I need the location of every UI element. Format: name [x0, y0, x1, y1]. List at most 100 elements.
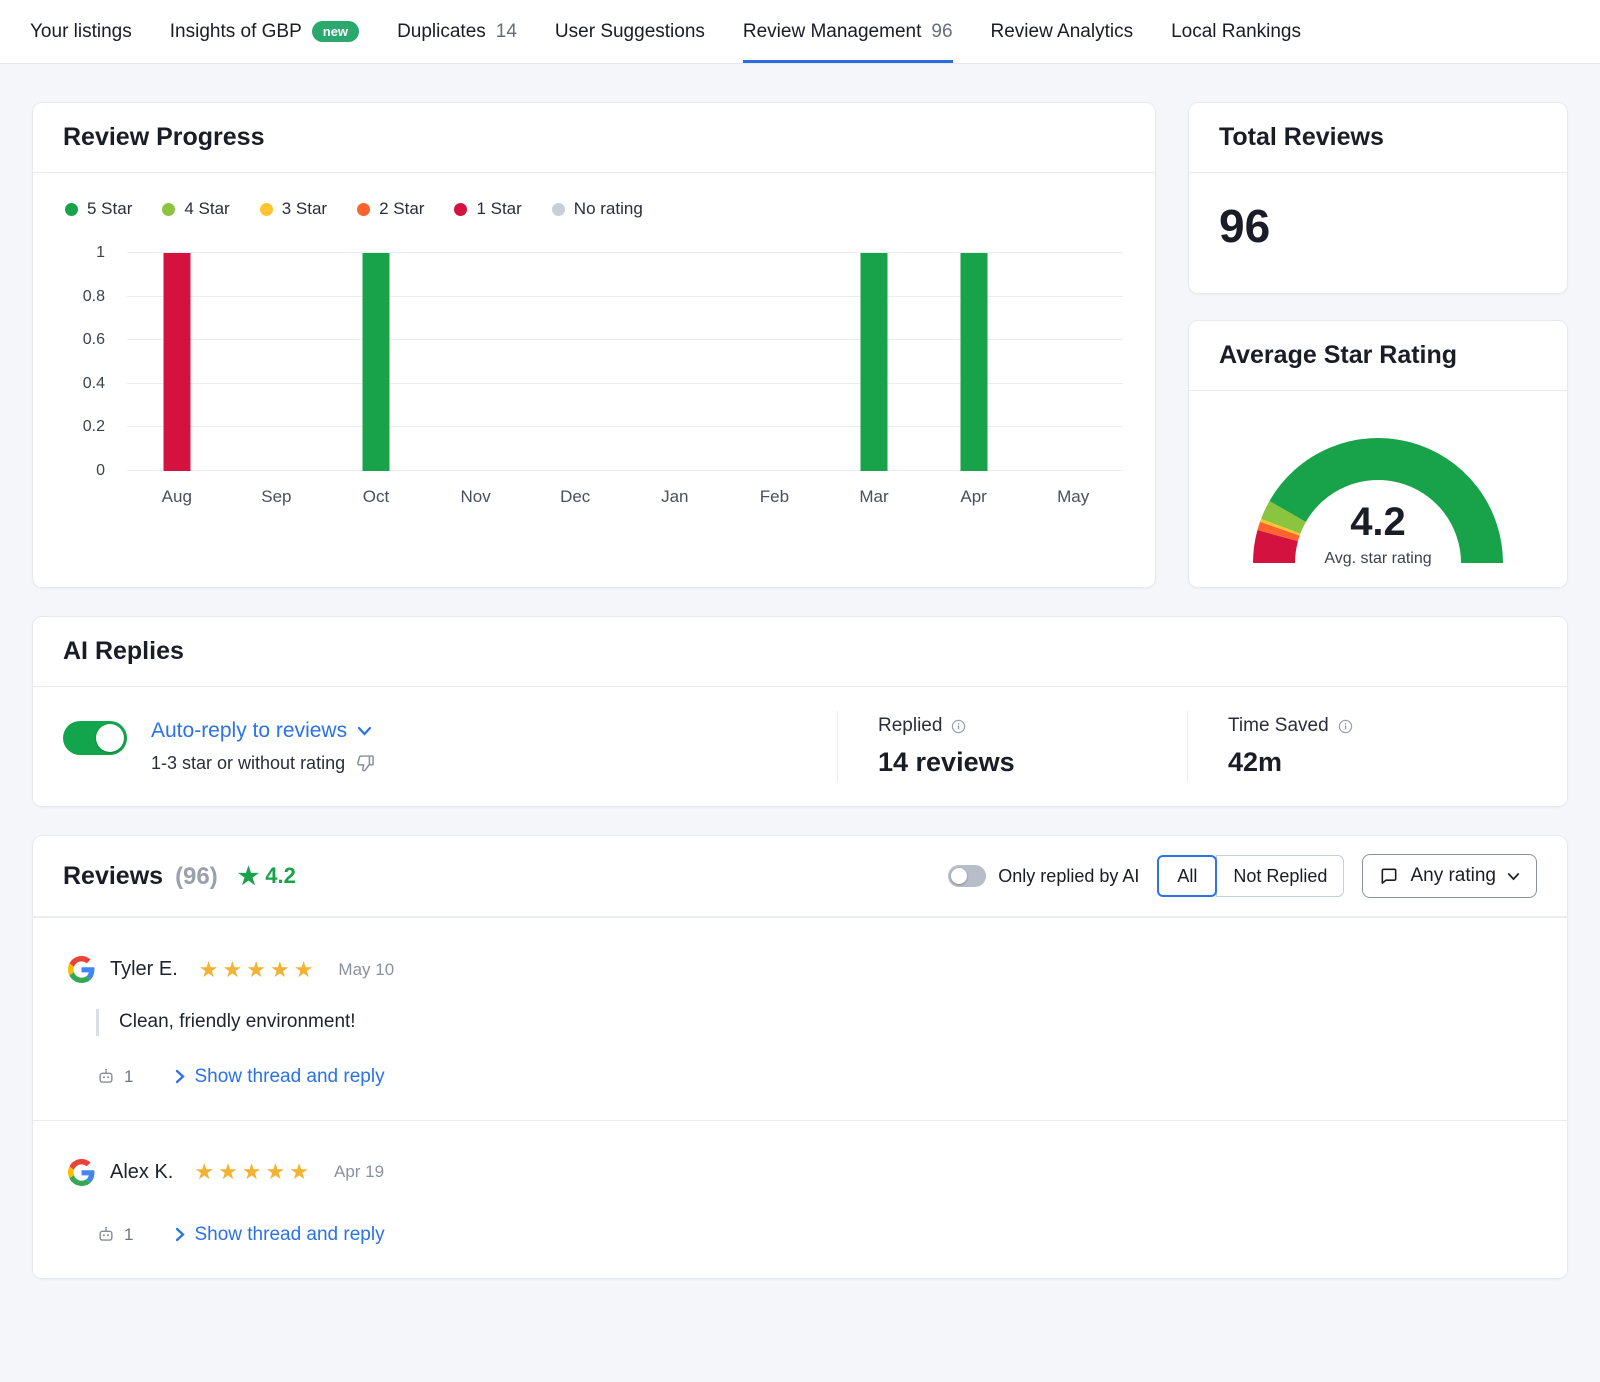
- show-thread-link[interactable]: Show thread and reply: [175, 1066, 384, 1088]
- review-progress-chart: 5 Star 4 Star 3 Star 2 Star 1 Star No ra…: [33, 173, 1155, 533]
- tab-your-listings[interactable]: Your listings: [30, 0, 132, 63]
- tab-label: Duplicates: [397, 21, 486, 43]
- legend-label: 3 Star: [282, 199, 327, 219]
- review-text: Clean, friendly environment!: [96, 1009, 1532, 1036]
- rating-filter-dropdown[interactable]: Any rating: [1362, 854, 1537, 898]
- replied-stat: Replied 14 reviews: [837, 711, 1187, 782]
- auto-reply-toggle[interactable]: [63, 721, 127, 755]
- reviews-average-rating: ★ 4.2: [238, 862, 296, 891]
- main-content: Review Progress 5 Star 4 Star 3 Star 2 S…: [0, 64, 1600, 1279]
- google-icon: [68, 956, 95, 983]
- tab-count: 96: [931, 21, 952, 43]
- review-date: Apr 19: [334, 1162, 384, 1182]
- ai-reply-count-value: 1: [124, 1067, 133, 1087]
- chart-bar-1-star: [163, 253, 190, 471]
- legend-label: 1 Star: [476, 199, 521, 219]
- show-thread-label: Show thread and reply: [194, 1224, 384, 1246]
- thumbs-down-icon[interactable]: [355, 753, 376, 774]
- reviews-title: Reviews: [63, 862, 163, 891]
- only-ai-label: Only replied by AI: [998, 866, 1139, 887]
- legend-item-4-star: 4 Star: [162, 199, 229, 219]
- legend-item-5-star: 5 Star: [65, 199, 132, 219]
- show-thread-link[interactable]: Show thread and reply: [175, 1224, 384, 1246]
- legend-item-1-star: 1 Star: [454, 199, 521, 219]
- legend-label: 5 Star: [87, 199, 132, 219]
- new-badge: new: [312, 21, 359, 43]
- legend-dot-icon: [454, 203, 467, 216]
- only-replied-by-ai-control: Only replied by AI: [948, 865, 1139, 887]
- tab-label: User Suggestions: [555, 21, 705, 43]
- y-tick-label: 0: [96, 462, 105, 480]
- chart-plot-area: 00.20.40.60.81: [65, 253, 1123, 471]
- review-progress-card: Review Progress 5 Star 4 Star 3 Star 2 S…: [32, 102, 1156, 588]
- reviews-header: Reviews (96) ★ 4.2 Only replied by AI Al…: [33, 836, 1567, 917]
- review-progress-title: Review Progress: [33, 103, 1155, 173]
- legend-label: 4 Star: [184, 199, 229, 219]
- tab-review-analytics[interactable]: Review Analytics: [991, 0, 1134, 63]
- info-icon[interactable]: [951, 719, 966, 734]
- legend-label: 2 Star: [379, 199, 424, 219]
- x-tick-label: Oct: [363, 487, 389, 507]
- tab-label: Review Management: [743, 21, 921, 43]
- total-reviews-title: Total Reviews: [1189, 103, 1567, 173]
- google-icon: [68, 1159, 95, 1186]
- review-date: May 10: [338, 960, 394, 980]
- legend-item-3-star: 3 Star: [260, 199, 327, 219]
- tab-user-suggestions[interactable]: User Suggestions: [555, 0, 705, 63]
- x-tick-label: May: [1057, 487, 1089, 507]
- time-saved-value: 42m: [1228, 747, 1537, 778]
- ai-replies-card: AI Replies Auto-reply to reviews 1-3 sta…: [32, 616, 1568, 807]
- top-nav: Your listings Insights of GBP new Duplic…: [0, 0, 1600, 64]
- auto-reply-label: Auto-reply to reviews: [151, 719, 347, 743]
- gauge-segment-2-star: [1278, 529, 1280, 536]
- tab-label: Review Analytics: [991, 21, 1134, 43]
- gauge-segment-3-star: [1280, 526, 1281, 528]
- legend-dot-icon: [552, 203, 565, 216]
- x-tick-label: Feb: [760, 487, 789, 507]
- tab-duplicates[interactable]: Duplicates 14: [397, 0, 517, 63]
- average-rating-card: Average Star Rating 4.2 Avg. star rating: [1188, 320, 1568, 588]
- chart-bar-5-star: [861, 253, 888, 471]
- y-tick-label: 0.6: [83, 331, 105, 349]
- ai-replies-content: Auto-reply to reviews 1-3 star or withou…: [33, 687, 1567, 806]
- tab-insights-of-gbp[interactable]: Insights of GBP new: [170, 0, 359, 63]
- tab-label: Insights of GBP: [170, 21, 302, 43]
- x-tick-label: Nov: [460, 487, 490, 507]
- review-item: Alex K. ★★★★★ Apr 19 1: [33, 1120, 1567, 1278]
- legend-dot-icon: [162, 203, 175, 216]
- star-icon: ★: [238, 862, 260, 891]
- only-ai-toggle[interactable]: [948, 865, 986, 887]
- ai-replies-title: AI Replies: [33, 617, 1567, 687]
- tab-local-rankings[interactable]: Local Rankings: [1171, 0, 1301, 63]
- legend-dot-icon: [65, 203, 78, 216]
- reviews-controls: Only replied by AI All Not Replied Any r…: [948, 854, 1537, 898]
- average-rating-gauge: 4.2 Avg. star rating: [1189, 391, 1567, 573]
- gauge-caption: Avg. star rating: [1324, 550, 1431, 567]
- chevron-down-icon: [357, 726, 372, 736]
- chat-icon: [1379, 866, 1399, 886]
- total-reviews-value: 96: [1189, 173, 1567, 279]
- tab-review-management[interactable]: Review Management 96: [743, 0, 953, 63]
- info-icon[interactable]: [1338, 719, 1353, 734]
- y-tick-label: 0.4: [83, 375, 105, 393]
- x-tick-label: Jan: [661, 487, 688, 507]
- time-saved-stat: Time Saved 42m: [1187, 711, 1537, 782]
- chart-y-axis: 00.20.40.60.81: [65, 253, 111, 471]
- legend-item-no-rating: No rating: [552, 199, 643, 219]
- filter-all-button[interactable]: All: [1157, 855, 1217, 897]
- ai-reply-count: 1: [96, 1067, 133, 1087]
- time-saved-label: Time Saved: [1228, 715, 1329, 737]
- filter-not-replied-button[interactable]: Not Replied: [1216, 855, 1344, 897]
- legend-dot-icon: [357, 203, 370, 216]
- legend-label: No rating: [574, 199, 643, 219]
- x-tick-label: Mar: [859, 487, 888, 507]
- y-tick-label: 1: [96, 244, 105, 262]
- auto-reply-link[interactable]: Auto-reply to reviews: [151, 719, 376, 743]
- tab-label: Your listings: [30, 21, 132, 43]
- gauge-segment-4-star: [1281, 511, 1288, 526]
- auto-reply-subtext: 1-3 star or without rating: [151, 753, 345, 774]
- replied-label: Replied: [878, 715, 942, 737]
- replied-value: 14 reviews: [878, 747, 1187, 778]
- robot-icon: [96, 1067, 116, 1087]
- rating-filter-value: Any rating: [1410, 865, 1496, 887]
